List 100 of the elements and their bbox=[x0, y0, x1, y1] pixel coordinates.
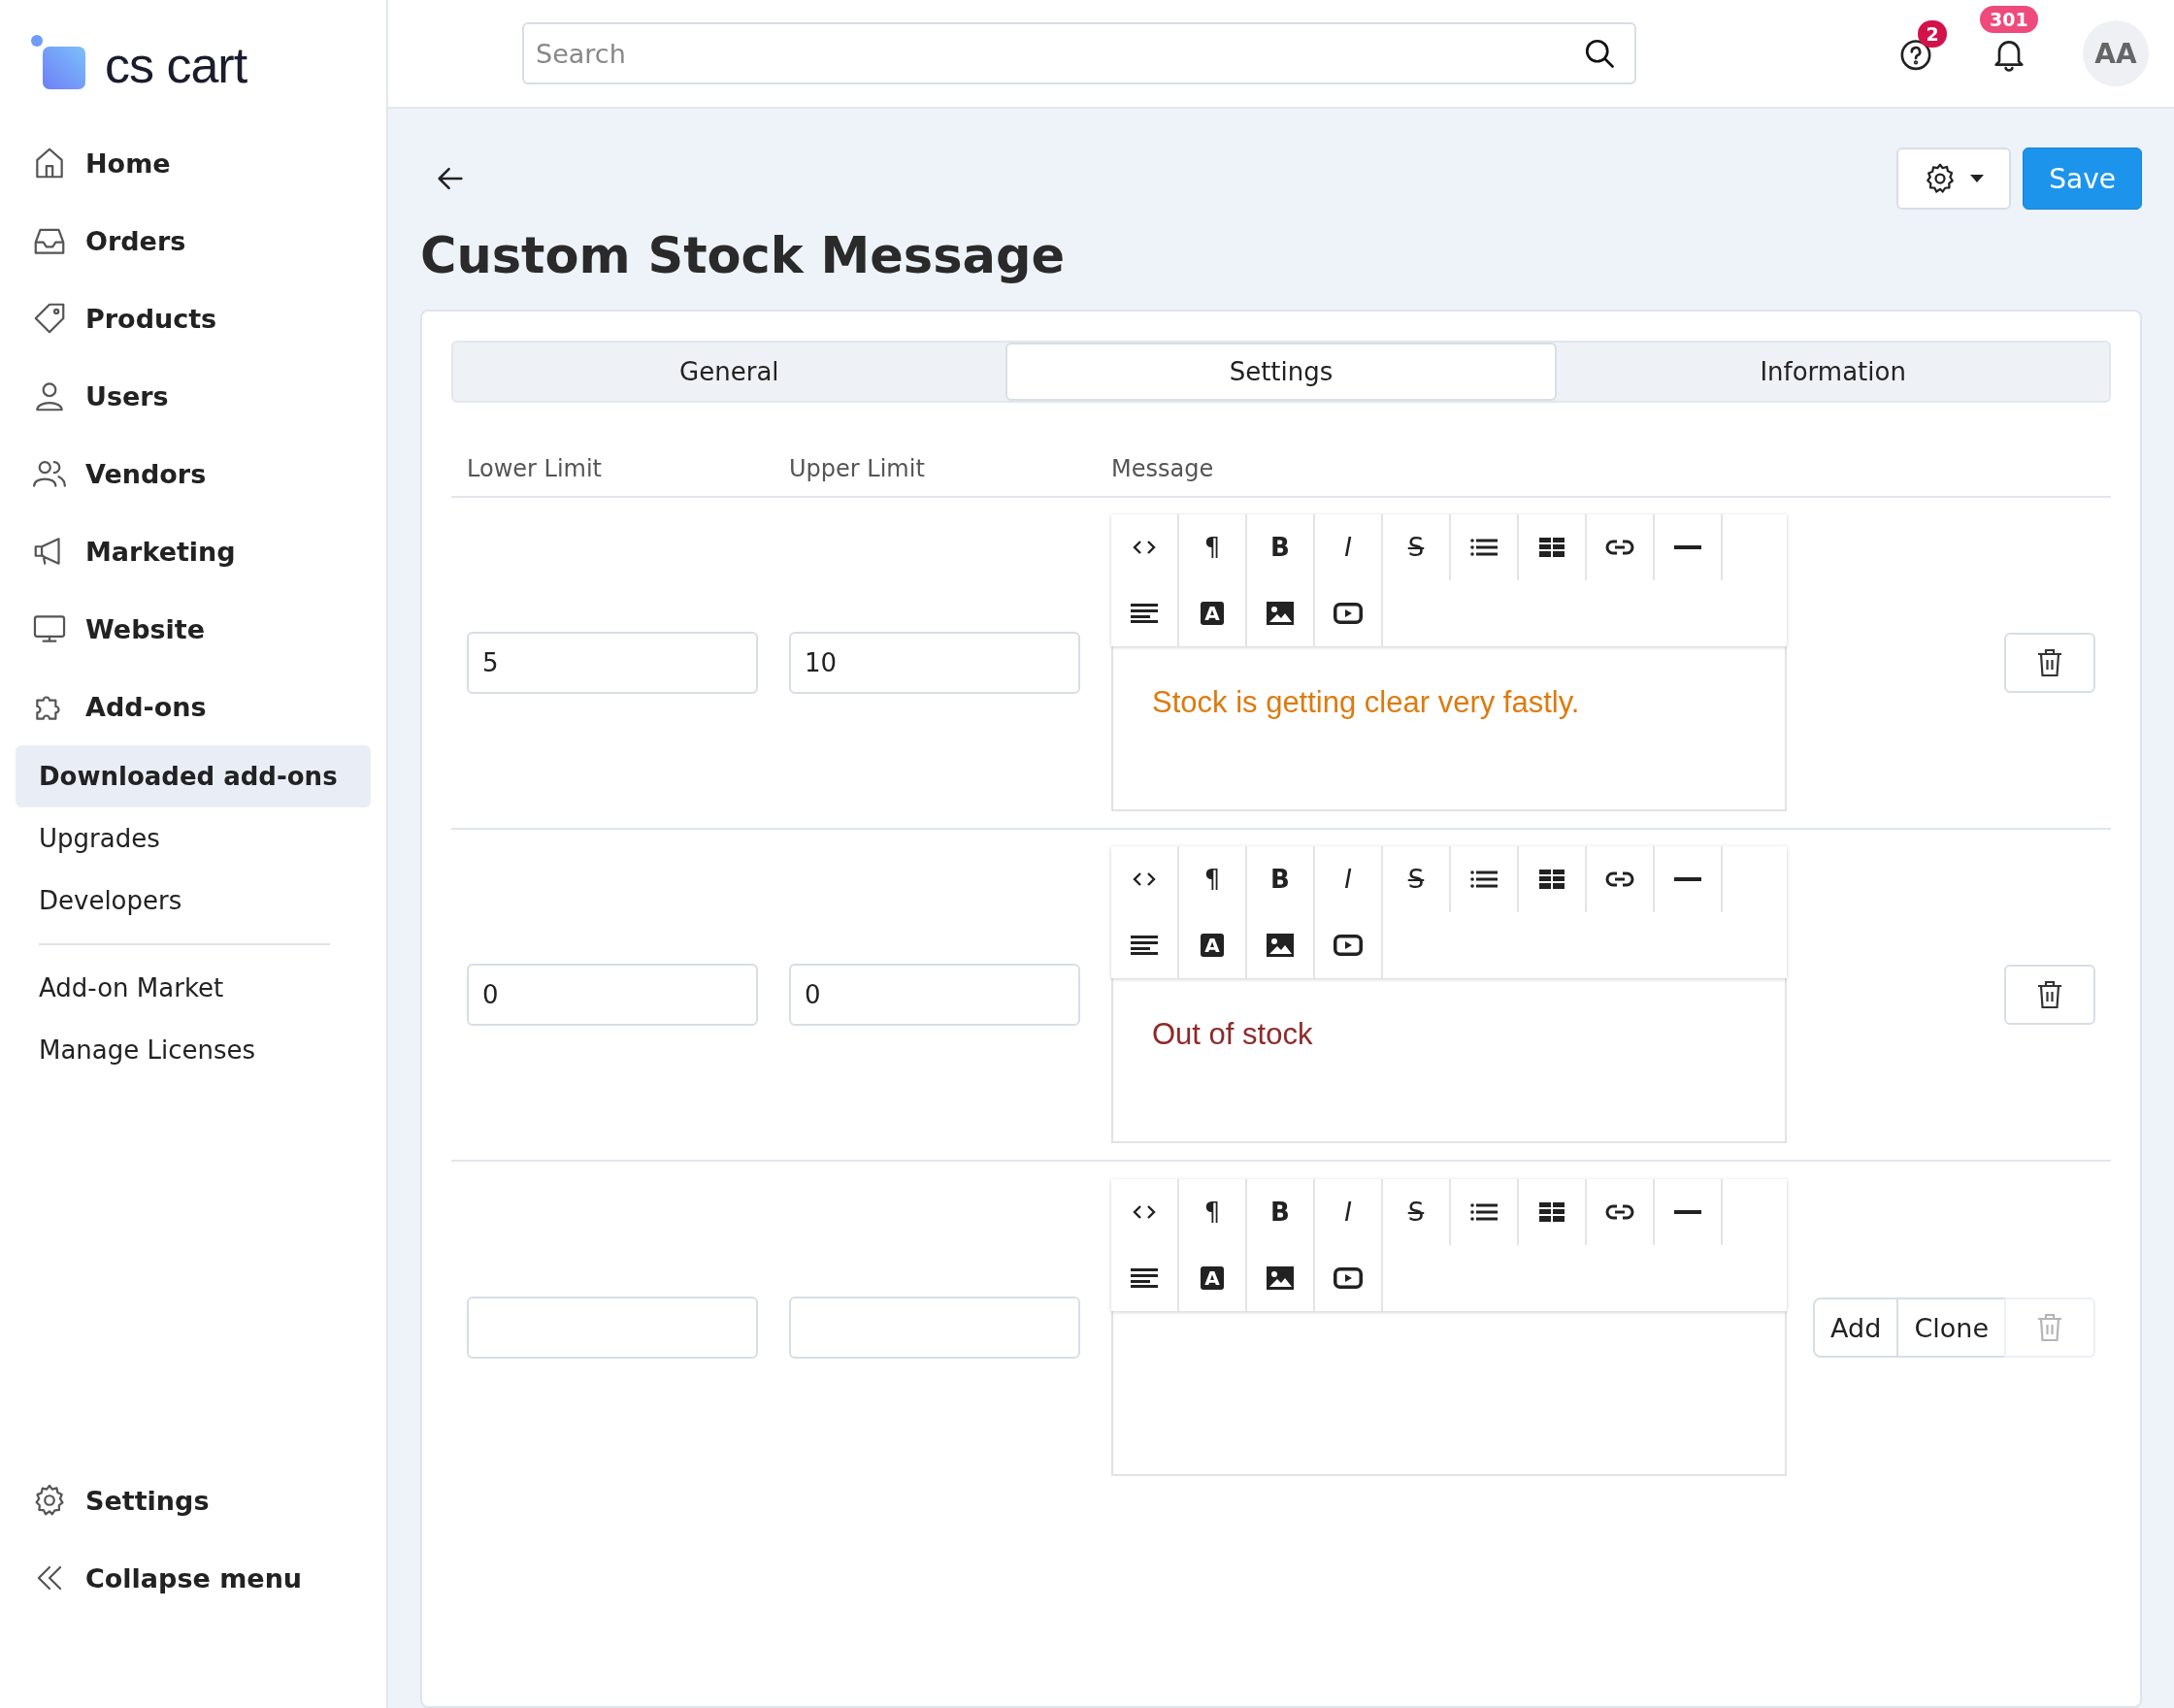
input-field[interactable]: 5 bbox=[467, 632, 758, 694]
toolbar-button[interactable] bbox=[1519, 846, 1587, 912]
image-icon bbox=[1267, 1266, 1294, 1290]
toolbar-button[interactable]: S bbox=[1383, 846, 1451, 912]
row-action-button[interactable]: Add bbox=[1813, 1297, 1899, 1358]
toolbar-button[interactable] bbox=[1451, 514, 1519, 580]
input-field[interactable]: 0 bbox=[789, 964, 1080, 1026]
toolbar-button[interactable]: S bbox=[1383, 514, 1451, 580]
trash-icon bbox=[2037, 1313, 2062, 1342]
delete-button[interactable] bbox=[2004, 965, 2095, 1025]
delete-button[interactable] bbox=[2004, 633, 2095, 693]
toolbar-button[interactable] bbox=[1315, 912, 1383, 978]
nav-item[interactable]: Orders bbox=[0, 202, 386, 279]
toolbar-button[interactable] bbox=[1247, 912, 1315, 978]
submenu-item[interactable]: Manage Licenses bbox=[16, 1019, 371, 1081]
avatar[interactable]: AA bbox=[2083, 20, 2149, 86]
column-header: Upper Limit bbox=[789, 455, 926, 482]
toolbar-button[interactable] bbox=[1111, 580, 1179, 646]
toolbar-button[interactable]: ¶ bbox=[1179, 1179, 1247, 1245]
link-icon bbox=[1605, 1203, 1634, 1221]
toolbar-button[interactable]: ¶ bbox=[1179, 846, 1247, 912]
code-icon bbox=[1133, 540, 1156, 555]
align-left-icon bbox=[1131, 936, 1158, 955]
toolbar-button[interactable]: B bbox=[1247, 1179, 1315, 1245]
input-field[interactable] bbox=[789, 1297, 1080, 1359]
search-field[interactable]: Search bbox=[522, 22, 1636, 84]
table-icon bbox=[1539, 538, 1565, 557]
toolbar-button[interactable]: A bbox=[1179, 580, 1247, 646]
toolbar-button[interactable]: I bbox=[1315, 514, 1383, 580]
nav-item[interactable]: Collapse menu bbox=[0, 1539, 386, 1617]
page-title: Custom Stock Message bbox=[420, 227, 1067, 284]
code-icon bbox=[1133, 871, 1156, 887]
toolbar-button[interactable] bbox=[1519, 1179, 1587, 1245]
toolbar-button[interactable] bbox=[1587, 846, 1655, 912]
submenu-item[interactable]: Developers bbox=[16, 870, 371, 932]
trash-icon bbox=[2037, 648, 2062, 677]
toolbar-button[interactable] bbox=[1655, 514, 1723, 580]
toolbar-button[interactable] bbox=[1587, 1179, 1655, 1245]
image-icon bbox=[1267, 602, 1294, 625]
tab[interactable]: Information bbox=[1557, 343, 2109, 401]
notifications-badge: 301 bbox=[1980, 6, 2038, 33]
logo-text: cs cart bbox=[105, 36, 247, 94]
toolbar-button[interactable]: A bbox=[1179, 1245, 1247, 1311]
nav-item[interactable]: Vendors bbox=[0, 435, 386, 512]
link-icon bbox=[1605, 870, 1634, 888]
toolbar-button[interactable] bbox=[1655, 846, 1723, 912]
input-field[interactable] bbox=[467, 1297, 758, 1359]
caret-icon bbox=[1969, 174, 1986, 183]
message-editor[interactable]: Out of stock bbox=[1111, 978, 1787, 1143]
video-icon bbox=[1334, 1267, 1363, 1289]
toolbar-button[interactable] bbox=[1315, 580, 1383, 646]
nav-item[interactable]: Settings bbox=[0, 1462, 386, 1539]
toolbar-button[interactable] bbox=[1451, 846, 1519, 912]
toolbar-button[interactable]: I bbox=[1315, 846, 1383, 912]
nav-item[interactable]: Users bbox=[0, 357, 386, 435]
trash-icon bbox=[2037, 980, 2062, 1009]
video-icon bbox=[1334, 935, 1363, 956]
input-field[interactable]: 10 bbox=[789, 632, 1080, 694]
code-icon bbox=[1133, 1204, 1156, 1220]
nav-item[interactable]: Marketing bbox=[0, 512, 386, 590]
message-text: Out of stock bbox=[1152, 1017, 1313, 1051]
tab[interactable]: Settings bbox=[1005, 343, 1558, 401]
toolbar-button[interactable] bbox=[1247, 580, 1315, 646]
submenu-item[interactable]: Add-on Market bbox=[16, 957, 371, 1019]
input-field[interactable]: 0 bbox=[467, 964, 758, 1026]
toolbar-button[interactable]: B bbox=[1247, 846, 1315, 912]
column-header: Message bbox=[1111, 455, 1215, 482]
table-icon bbox=[1539, 870, 1565, 889]
list-icon bbox=[1470, 538, 1498, 557]
message-text: Stock is getting clear very fastly. bbox=[1152, 685, 1580, 719]
toolbar-button[interactable] bbox=[1451, 1179, 1519, 1245]
table-icon bbox=[1539, 1202, 1565, 1222]
list-icon bbox=[1470, 870, 1498, 889]
nav-item[interactable]: Website bbox=[0, 590, 386, 668]
toolbar-button[interactable] bbox=[1315, 1245, 1383, 1311]
toolbar-button[interactable] bbox=[1587, 514, 1655, 580]
toolbar-button[interactable]: B bbox=[1247, 514, 1315, 580]
toolbar-button[interactable] bbox=[1111, 912, 1179, 978]
video-icon bbox=[1334, 603, 1363, 624]
toolbar-button[interactable]: A bbox=[1179, 912, 1247, 978]
tab[interactable]: General bbox=[453, 343, 1005, 401]
submenu-item[interactable]: Upgrades bbox=[16, 807, 371, 870]
image-icon bbox=[1267, 934, 1294, 957]
toolbar-button[interactable]: ¶ bbox=[1179, 514, 1247, 580]
toolbar-button[interactable] bbox=[1111, 1245, 1179, 1311]
submenu-item[interactable]: Downloaded add-ons bbox=[16, 745, 371, 807]
toolbar-button[interactable]: S bbox=[1383, 1179, 1451, 1245]
settings-dropdown-button[interactable] bbox=[1896, 148, 2012, 210]
toolbar-button[interactable] bbox=[1655, 1179, 1723, 1245]
toolbar-button[interactable]: I bbox=[1315, 1179, 1383, 1245]
nav-item[interactable]: Add-ons bbox=[0, 668, 386, 745]
align-left-icon bbox=[1131, 1268, 1158, 1288]
link-icon bbox=[1605, 539, 1634, 556]
toolbar-button[interactable] bbox=[1519, 514, 1587, 580]
toolbar-button[interactable] bbox=[1247, 1245, 1315, 1311]
nav-item[interactable]: Products bbox=[0, 279, 386, 357]
row-action-button[interactable]: Clone bbox=[1896, 1297, 2006, 1358]
nav-item[interactable]: Home bbox=[0, 124, 386, 202]
list-icon bbox=[1470, 1202, 1498, 1222]
help-badge: 2 bbox=[1918, 20, 1947, 48]
